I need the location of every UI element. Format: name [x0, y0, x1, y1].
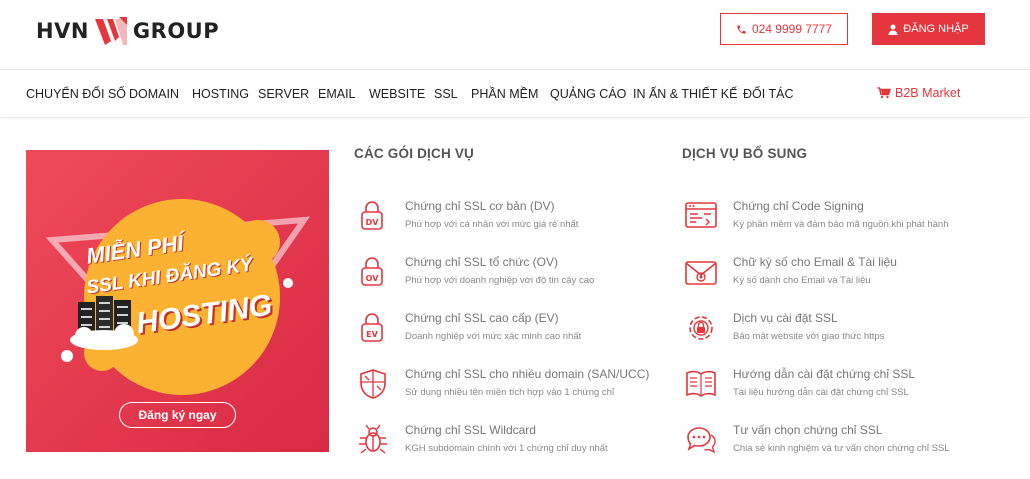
- hotline-button[interactable]: 024 9999 7777: [720, 13, 848, 45]
- nav-item-doi-tac[interactable]: ĐỐI TÁC: [743, 87, 793, 101]
- package-ssl-ov[interactable]: OV Chứng chỉ SSL tổ chức (OV) Phù hợp vớ…: [356, 255, 666, 295]
- b2b-market-label: B2B Market: [895, 86, 961, 100]
- package-desc: Phù hợp với doanh nghiệp với độ tin cậy …: [405, 275, 595, 286]
- extra-email-signature[interactable]: Chữ ký số cho Email & Tài liệu Ký số dàn…: [684, 255, 994, 295]
- package-desc: Doanh nghiệp với mức xác minh cao nhất: [405, 331, 582, 342]
- package-name: Chứng chỉ SSL cao cấp (EV): [405, 311, 559, 325]
- extra-name: Chữ ký số cho Email & Tài liệu: [733, 255, 897, 269]
- login-button[interactable]: ĐĂNG NHẬP: [872, 13, 985, 45]
- email-icon: [685, 261, 717, 285]
- package-ssl-san[interactable]: Chứng chỉ SSL cho nhiều domain (SAN/UCC)…: [356, 367, 666, 407]
- hotline-label: 024 9999 7777: [751, 22, 833, 36]
- package-name: Chứng chỉ SSL cơ bản (DV): [405, 199, 555, 213]
- extra-code-signing[interactable]: Chứng chỉ Code Signing Ký phần mềm và đả…: [684, 199, 994, 239]
- phone-icon: [737, 24, 746, 34]
- lock-dv-icon: DV: [361, 201, 383, 230]
- nav-item-phan-mem[interactable]: PHẦN MỀM: [471, 87, 538, 101]
- ssl-mega-menu: MIỄN PHÍ SSL KHI ĐĂNG KÝ HOSTING Đăng ký…: [0, 119, 1030, 479]
- nav-item-in-an-thiet-ke[interactable]: IN ẤN & THIẾT KẾ: [633, 87, 737, 101]
- book-icon: [686, 370, 716, 397]
- extra-ssl-consult[interactable]: Tư vấn chọn chứng chỉ SSL Chia sẻ kinh n…: [684, 423, 994, 463]
- bug-icon: [359, 424, 387, 454]
- b2b-market-link[interactable]: B2B Market: [877, 86, 960, 100]
- user-icon: [888, 24, 898, 35]
- code-window-icon: [685, 202, 717, 228]
- package-desc: Phù hợp với cá nhân với mức giá rẻ nhất: [405, 219, 579, 230]
- extra-desc: Chia sẻ kinh nghiệm và tư vấn chọn chứng…: [733, 443, 950, 454]
- brand-name-left: HVN: [36, 19, 89, 43]
- brand-logo[interactable]: HVN GROUP: [36, 13, 219, 49]
- extra-desc: Ký số dành cho Email và Tài liệu: [733, 275, 871, 286]
- package-ssl-ev[interactable]: EV Chứng chỉ SSL cao cấp (EV) Doanh nghi…: [356, 311, 666, 351]
- nav-item-quang-cao[interactable]: QUẢNG CÁO: [550, 87, 626, 101]
- promo-banner[interactable]: MIỄN PHÍ SSL KHI ĐĂNG KÝ HOSTING Đăng ký…: [26, 150, 329, 452]
- nav-item-email[interactable]: EMAIL: [318, 87, 356, 101]
- site-header: HVN GROUP 024 9999 7777 ĐĂNG NHẬP: [0, 0, 1030, 70]
- extra-name: Tư vấn chọn chứng chỉ SSL: [733, 423, 883, 437]
- chat-icon: [687, 427, 716, 454]
- nav-item-website[interactable]: WEBSITE: [369, 87, 425, 101]
- extra-desc: Ký phần mềm và đảm bảo mã nguồn khi phát…: [733, 219, 949, 230]
- extra-desc: Bảo mật website với giao thức https: [733, 331, 885, 342]
- extra-desc: Tài liệu hướng dẫn cài đặt chứng chỉ SSL: [733, 387, 909, 398]
- svg-text:OV: OV: [366, 274, 380, 283]
- package-name: Chứng chỉ SSL cho nhiều domain (SAN/UCC): [405, 367, 650, 381]
- package-desc: Sử dụng nhiều tên miền tích hợp vào 1 ch…: [405, 387, 615, 398]
- cart-icon: [877, 87, 891, 99]
- brand-name-right: GROUP: [132, 19, 220, 43]
- nav-item-domain[interactable]: DOMAIN: [129, 87, 179, 101]
- packages-title: CÁC GÓI DỊCH VỤ: [354, 146, 475, 161]
- nav-item-server[interactable]: SERVER: [258, 87, 309, 101]
- package-name: Chứng chỉ SSL Wildcard: [405, 423, 536, 437]
- extra-name: Hướng dẫn cài đặt chứng chỉ SSL: [733, 367, 916, 381]
- shield-icon: [360, 369, 386, 399]
- main-nav: CHUYỂN ĐỔI SỐ DOMAIN HOSTING SERVER EMAI…: [0, 71, 1030, 118]
- extra-name: Dịch vụ cài đặt SSL: [733, 311, 838, 325]
- register-now-button[interactable]: Đăng ký ngay: [119, 402, 236, 428]
- gear-lock-icon: [689, 316, 713, 340]
- login-label: ĐĂNG NHẬP: [903, 23, 969, 35]
- extras-title: DỊCH VỤ BỔ SUNG: [682, 146, 808, 161]
- lock-ov-icon: OV: [361, 257, 383, 286]
- package-ssl-dv[interactable]: DV Chứng chỉ SSL cơ bản (DV) Phù hợp với…: [356, 199, 666, 239]
- svg-text:DV: DV: [366, 218, 380, 227]
- package-ssl-wildcard[interactable]: Chứng chỉ SSL Wildcard KGH subdomain chí…: [356, 423, 666, 463]
- extra-ssl-install[interactable]: Dịch vụ cài đặt SSL Bảo mật website với …: [684, 311, 994, 351]
- logo-mark-icon: [94, 17, 127, 45]
- package-desc: KGH subdomain chính với 1 chứng chỉ duy …: [405, 443, 608, 454]
- nav-item-hosting[interactable]: HOSTING: [192, 87, 249, 101]
- package-name: Chứng chỉ SSL tổ chức (OV): [405, 255, 559, 269]
- nav-item-ssl[interactable]: SSL: [434, 87, 458, 101]
- extra-install-guide[interactable]: Hướng dẫn cài đặt chứng chỉ SSL Tài liệu…: [684, 367, 994, 407]
- svg-text:EV: EV: [366, 330, 378, 339]
- nav-item-chuyen-doi-so[interactable]: CHUYỂN ĐỔI SỐ: [26, 87, 126, 101]
- lock-ev-icon: EV: [361, 313, 383, 342]
- extra-name: Chứng chỉ Code Signing: [733, 199, 864, 213]
